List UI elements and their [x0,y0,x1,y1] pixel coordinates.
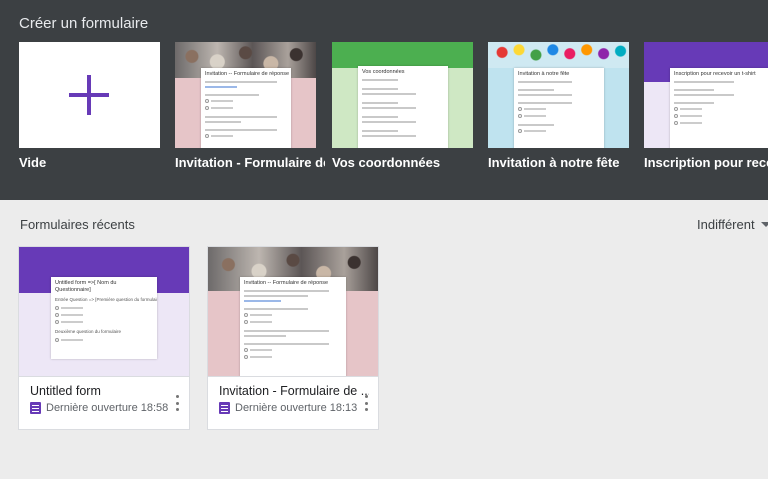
template-party-invitation[interactable]: Invitation à notre fête Invitation à not… [488,42,629,170]
last-opened: Dernière ouverture 18:58 [30,402,168,414]
form-preview: Inscription pour recevoir un t-shirt [670,68,768,148]
gallery-title: Créer un formulaire [19,15,149,32]
template-blank-thumbnail[interactable] [19,42,160,148]
plus-icon [69,75,109,115]
forms-icon [219,402,230,414]
template-label[interactable]: Invitation - Formulaire de ... [175,155,325,170]
form-title: Untitled form [30,384,101,398]
last-opened-text: Dernière ouverture 18:13 [235,402,358,414]
last-opened: Dernière ouverture 18:13 [219,402,357,414]
form-preview-question: Entrée Question => [Première question du… [55,297,157,302]
template-contact-info-thumbnail[interactable]: Vos coordonnées [332,42,473,148]
owner-filter-dropdown[interactable]: Indifférent [697,217,768,232]
form-preview-title: Inscription pour recevoir un t-shirt [674,71,756,77]
balloons-image [488,42,629,68]
more-options-icon[interactable] [175,395,179,411]
template-label[interactable]: Vos coordonnées [332,155,482,170]
template-blank[interactable]: Vide [19,42,160,170]
form-thumbnail[interactable]: Invitation -- Formulaire de réponse [208,247,378,377]
form-preview: Invitation -- Formulaire de réponse [240,277,346,376]
template-tshirt-signup-thumbnail[interactable]: Inscription pour recevoir un t-shirt [644,42,768,148]
recent-forms-heading: Formulaires récents [20,217,135,232]
form-preview-title: Untitled form =>[ Nom du Questionnaire] [55,280,117,293]
header-band [332,42,473,68]
form-preview: Vos coordonnées [358,66,448,148]
template-invitation-response[interactable]: Invitation -- Formulaire de réponse Invi… [175,42,325,170]
form-preview-title: Invitation -- Formulaire de réponse [205,71,290,77]
more-options-icon[interactable] [364,395,368,411]
recent-form-card[interactable]: Invitation -- Formulaire de réponse Invi… [207,246,379,430]
owner-filter-label: Indifférent [697,217,755,232]
forms-icon [30,402,41,414]
caret-down-icon [760,222,768,227]
form-preview: Invitation à notre fête [514,68,604,148]
form-preview-title: Vos coordonnées [362,69,405,75]
template-party-invitation-thumbnail[interactable]: Invitation à notre fête [488,42,629,148]
form-preview: Untitled form =>[ Nom du Questionnaire] … [51,277,157,359]
form-preview-title: Invitation à notre fête [518,71,570,77]
form-thumbnail[interactable]: Untitled form =>[ Nom du Questionnaire] … [19,247,189,377]
template-gallery: Créer un formulaire Vide Invitation -- F… [0,0,768,200]
form-preview-question: Deuxième question du formulaire [55,329,122,334]
form-title: Invitation - Formulaire de ... [219,384,369,398]
form-preview: Invitation -- Formulaire de réponse [201,68,291,148]
template-contact-info[interactable]: Vos coordonnées Vos coordonnées [332,42,473,170]
last-opened-text: Dernière ouverture 18:58 [46,402,169,414]
recent-form-card[interactable]: Untitled form =>[ Nom du Questionnaire] … [18,246,190,430]
template-invitation-response-thumbnail[interactable]: Invitation -- Formulaire de réponse [175,42,316,148]
template-label[interactable]: Inscription pour recevoir [644,155,768,170]
form-preview-title: Invitation -- Formulaire de réponse [244,280,329,286]
template-label[interactable]: Vide [19,155,169,170]
template-label[interactable]: Invitation à notre fête [488,155,638,170]
template-tshirt-signup[interactable]: Inscription pour recevoir un t-shirt Ins… [644,42,768,170]
